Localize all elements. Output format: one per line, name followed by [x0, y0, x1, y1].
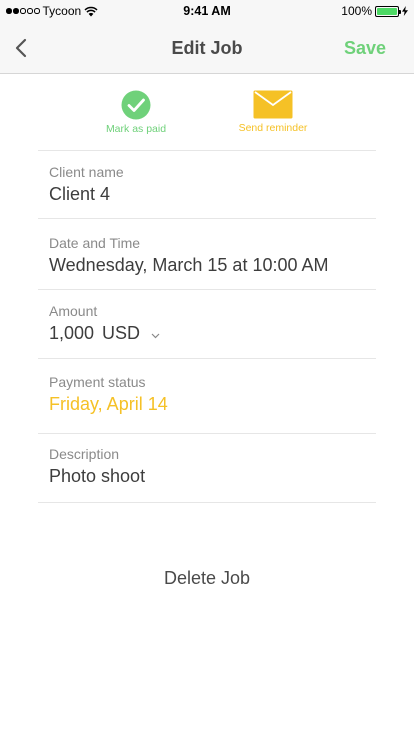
- amount-row: 1,000 USD: [49, 323, 376, 344]
- date-time-label: Date and Time: [49, 235, 141, 251]
- status-right: 100%: [341, 4, 408, 18]
- amount-label: Amount: [49, 303, 98, 319]
- envelope-icon: [253, 90, 293, 119]
- client-name-label: Client name: [49, 164, 124, 180]
- date-time-field[interactable]: Date and Time Wednesday, March 15 at 10:…: [38, 218, 376, 289]
- checkmark-circle-icon: [121, 90, 151, 120]
- status-bar: Tycoon 9:41 AM 100%: [0, 0, 414, 22]
- mark-as-paid-button[interactable]: Mark as paid: [95, 90, 177, 135]
- delete-job-button[interactable]: Delete Job: [0, 568, 414, 589]
- currency-selector[interactable]: USD: [102, 323, 160, 344]
- job-form: Client name Client 4 Date and Time Wedne…: [38, 150, 376, 503]
- chevron-down-icon: [151, 333, 160, 339]
- client-name-field[interactable]: Client name Client 4: [38, 150, 376, 218]
- date-time-value: Wednesday, March 15 at 10:00 AM: [49, 255, 329, 275]
- amount-field[interactable]: Amount 1,000 USD: [38, 289, 376, 358]
- save-button[interactable]: Save: [344, 38, 386, 59]
- send-reminder-button[interactable]: Send reminder: [232, 90, 314, 134]
- battery-icon: [375, 5, 401, 17]
- navigation-bar: Edit Job Save: [0, 22, 414, 74]
- payment-status-label: Payment status: [49, 374, 146, 390]
- client-name-value: Client 4: [49, 184, 111, 204]
- send-reminder-label: Send reminder: [238, 122, 308, 134]
- description-field[interactable]: Description Photo shoot: [38, 433, 376, 503]
- currency-value: USD: [102, 323, 141, 343]
- payment-status-value: Friday, April 14: [49, 394, 168, 414]
- amount-value: 1,000: [49, 323, 95, 343]
- mark-as-paid-label: Mark as paid: [105, 123, 167, 135]
- battery-percent: 100%: [341, 4, 372, 18]
- charging-bolt-icon: [402, 6, 408, 16]
- description-value: Photo shoot: [49, 466, 146, 486]
- payment-status-field[interactable]: Payment status Friday, April 14: [38, 358, 376, 433]
- quick-actions: Mark as paid Send reminder: [0, 90, 414, 142]
- description-label: Description: [49, 446, 120, 462]
